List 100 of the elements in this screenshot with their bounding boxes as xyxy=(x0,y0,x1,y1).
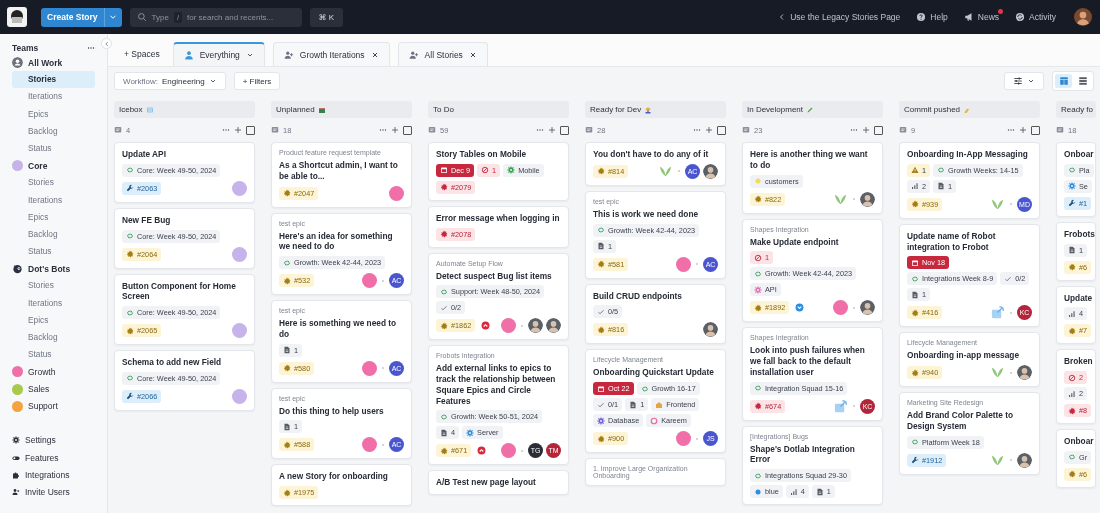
story-title: Error message when logging in xyxy=(436,212,561,224)
select-checkbox[interactable] xyxy=(246,125,255,135)
column-menu-button[interactable] xyxy=(693,126,701,134)
sidebar-item[interactable]: Epics xyxy=(12,105,95,123)
column-menu-button[interactable] xyxy=(379,126,387,134)
add-story-button[interactable] xyxy=(391,126,399,134)
space-tab[interactable]: Growth Iterations xyxy=(272,42,390,66)
help-link[interactable]: Help xyxy=(916,12,948,22)
add-filter-button[interactable]: + Filters xyxy=(233,72,281,90)
add-story-button[interactable] xyxy=(862,126,870,134)
column-menu-button[interactable] xyxy=(536,126,544,134)
news-link[interactable]: News xyxy=(963,12,1000,22)
select-checkbox[interactable] xyxy=(403,125,412,135)
activity-link[interactable]: Activity xyxy=(1015,12,1056,22)
user-silhouette-avatar xyxy=(1017,365,1032,381)
sidebar-link[interactable]: Integrations xyxy=(12,466,107,484)
more-icon xyxy=(222,126,230,134)
story-icon xyxy=(742,126,750,134)
plus-icon xyxy=(391,126,399,134)
sidebar-item[interactable]: Iterations xyxy=(12,191,95,209)
sidebar-item[interactable]: Backlog xyxy=(12,122,95,140)
activity-icon xyxy=(1015,12,1026,22)
integration-app-icon xyxy=(990,305,1005,321)
document-icon xyxy=(597,242,605,251)
sidebar-link[interactable]: Features xyxy=(12,449,107,467)
story-icon xyxy=(428,126,436,134)
plus-icon xyxy=(234,126,242,134)
add-story-button[interactable] xyxy=(705,126,713,134)
team-item[interactable]: Growth xyxy=(12,363,107,381)
sidebar-item[interactable]: Backlog xyxy=(12,225,95,244)
column-title: In Development xyxy=(747,105,804,114)
story-title: Update API xyxy=(122,149,167,160)
column-menu-button[interactable] xyxy=(850,126,858,134)
sidebar-link[interactable]: Settings xyxy=(12,431,107,450)
sidebar-item[interactable]: Stories xyxy=(12,277,95,295)
team-item[interactable]: Support xyxy=(12,397,107,415)
column-menu-button[interactable] xyxy=(1007,126,1015,134)
command-shortcut-button[interactable]: ⌘ K xyxy=(309,7,344,27)
sidebar-item[interactable]: Status xyxy=(12,139,95,158)
create-story-button[interactable]: Create Story xyxy=(41,7,104,27)
sidebar-item[interactable]: Status xyxy=(12,346,95,364)
add-space-button[interactable]: + Spaces xyxy=(114,42,170,66)
user-silhouette-avatar xyxy=(546,318,561,334)
blocked-icon xyxy=(754,253,762,262)
sidebar-item[interactable]: Epics xyxy=(12,208,95,226)
select-checkbox[interactable] xyxy=(717,125,726,135)
sidebar-item[interactable]: Iterations xyxy=(12,294,95,312)
story-title: You don't have to do any of it xyxy=(593,149,710,160)
burst-icon xyxy=(440,183,448,192)
cycle-icon xyxy=(283,258,291,267)
select-checkbox[interactable] xyxy=(560,125,569,135)
team-item[interactable]: Dot's Bots xyxy=(12,260,107,278)
sliders-icon xyxy=(1013,76,1023,86)
legacy-page-link[interactable]: Use the Legacy Stories Page xyxy=(778,12,901,22)
column-title: Unplanned xyxy=(276,105,315,114)
burst-icon xyxy=(283,440,291,449)
wrench-icon xyxy=(911,456,919,465)
more-icon xyxy=(379,126,387,134)
team-item[interactable]: Core xyxy=(12,157,107,175)
space-tab[interactable]: All Stories xyxy=(397,42,488,66)
user-plus-icon xyxy=(12,488,20,497)
bars-icon xyxy=(789,487,798,496)
robot-icon xyxy=(12,263,23,275)
calendar-icon xyxy=(597,384,605,393)
sidebar-item[interactable]: Iterations xyxy=(12,88,95,106)
plus-icon xyxy=(705,126,713,134)
user-silhouette-avatar[interactable] xyxy=(1074,8,1092,26)
cycle-icon xyxy=(126,374,134,383)
cycle-icon xyxy=(911,438,919,447)
add-story-button[interactable] xyxy=(548,126,556,134)
sidebar-item[interactable]: Status xyxy=(12,243,95,261)
integration-app-icon xyxy=(833,398,848,414)
caret-icon xyxy=(208,77,217,85)
sidebar-item[interactable]: Backlog xyxy=(12,329,95,347)
sidebar-item[interactable]: Epics xyxy=(12,311,95,329)
sidebar-item[interactable]: Stories xyxy=(12,71,95,89)
column-title: Ready for Dev xyxy=(590,105,642,114)
team-item[interactable]: Sales xyxy=(12,380,107,398)
story-title: Button Component for Home Screen xyxy=(122,280,237,303)
view-button[interactable] xyxy=(1055,74,1072,88)
space-tab[interactable]: Everything xyxy=(172,42,265,66)
column-menu-button[interactable] xyxy=(222,126,230,134)
team-item[interactable]: All Work xyxy=(12,54,107,72)
select-checkbox[interactable] xyxy=(1031,125,1040,135)
add-story-button[interactable] xyxy=(234,126,242,134)
column-title: To Do xyxy=(433,105,454,114)
wrench-icon xyxy=(126,392,134,401)
gear-icon xyxy=(12,436,20,445)
add-story-button[interactable] xyxy=(1019,126,1027,134)
select-checkbox[interactable] xyxy=(874,125,883,135)
story-icon xyxy=(114,126,122,134)
burst-icon xyxy=(597,434,605,443)
sidebar-item[interactable]: Stories xyxy=(12,174,95,192)
plus-icon xyxy=(1019,126,1027,134)
story-card[interactable]: A/B Test new page layout xyxy=(428,470,569,496)
sidebar-link[interactable]: Invite Users xyxy=(12,483,107,501)
workflow-dropdown[interactable]: Workflow: Engineering xyxy=(114,72,226,90)
document-icon xyxy=(283,346,291,355)
display-settings-button[interactable] xyxy=(1004,72,1044,90)
story-title: Story Tables on Mobile xyxy=(436,149,528,160)
